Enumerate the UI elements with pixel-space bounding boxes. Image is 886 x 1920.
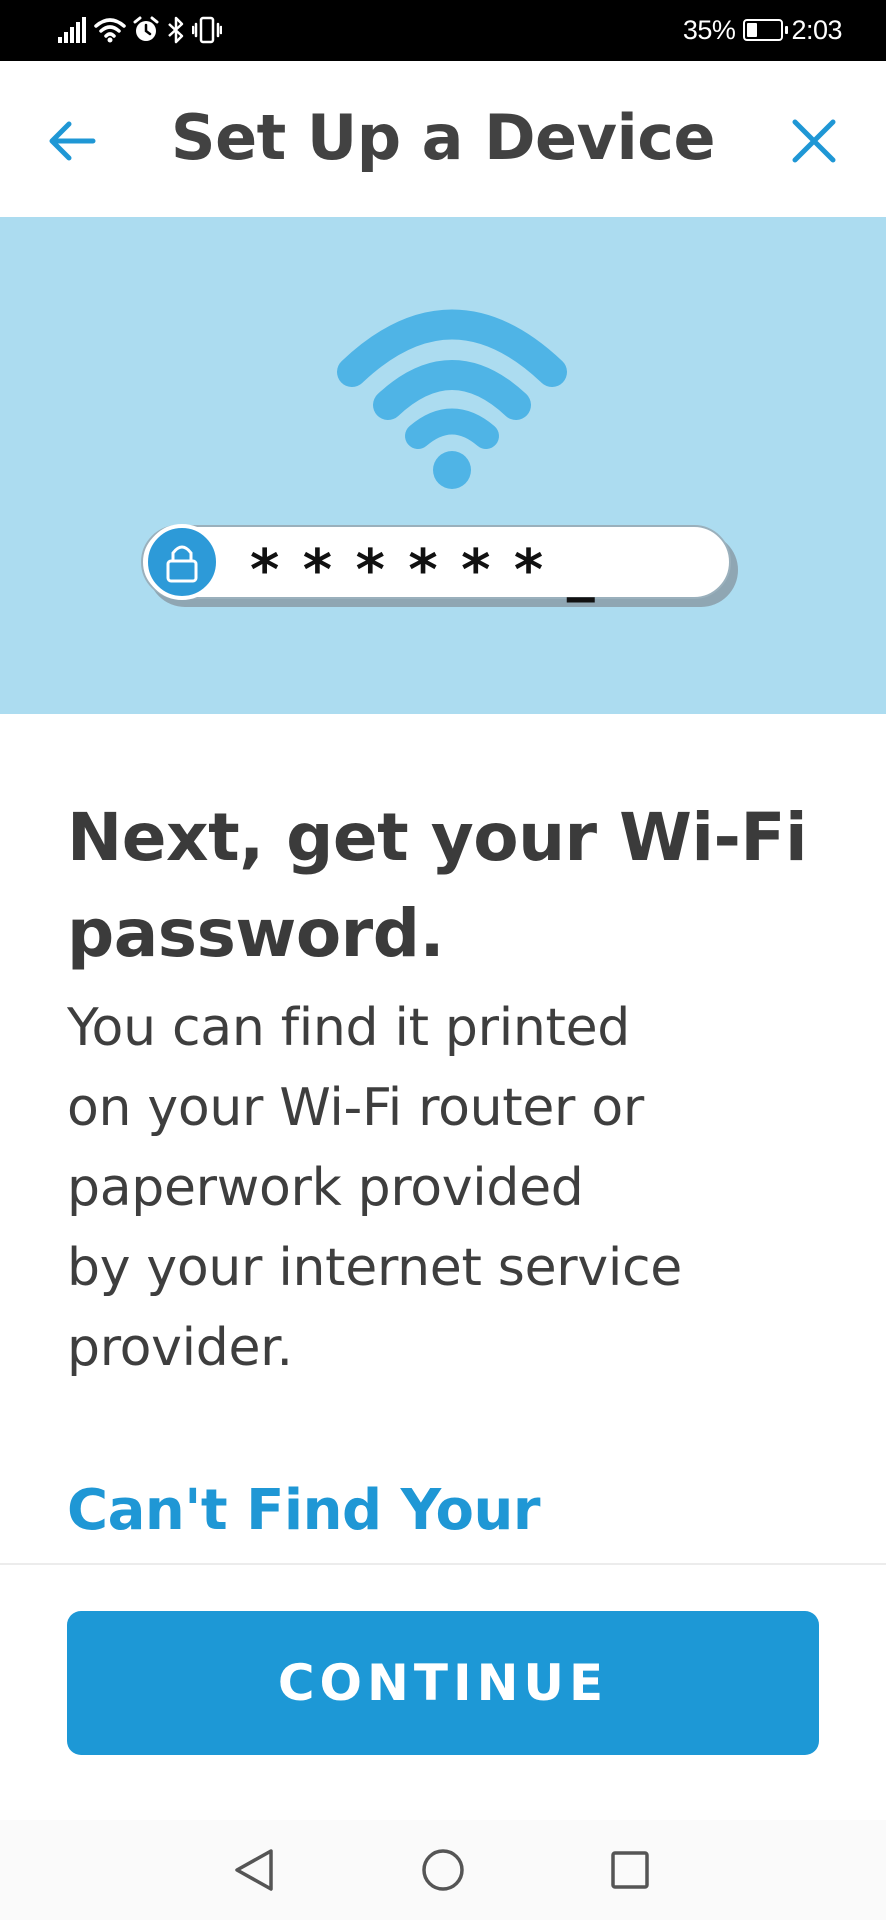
clock: 2:03 bbox=[791, 14, 842, 45]
wifi-symbol-icon bbox=[337, 309, 567, 489]
close-icon bbox=[792, 119, 836, 163]
battery-percent: 35% bbox=[682, 14, 736, 45]
nav-back-button[interactable] bbox=[224, 1840, 284, 1900]
nav-home-button[interactable] bbox=[413, 1840, 473, 1900]
password-mask: * * * * * * _ bbox=[250, 538, 597, 603]
circle-home-icon bbox=[422, 1849, 464, 1891]
heading-line: Next, get your Wi-Fi bbox=[67, 799, 808, 876]
cant-find-password-link[interactable]: Can't Find Your bbox=[67, 1478, 540, 1543]
signal-icon bbox=[58, 17, 86, 43]
system-nav-bar bbox=[0, 1820, 886, 1920]
wifi-icon bbox=[94, 18, 126, 43]
body-line: provider. bbox=[67, 1318, 293, 1378]
battery-icon bbox=[743, 19, 789, 41]
page-title: Set Up a Device bbox=[170, 101, 716, 174]
body-line: You can find it printed bbox=[67, 998, 630, 1058]
nav-recents-button[interactable] bbox=[600, 1840, 660, 1900]
main-content: Next, get your Wi-Fi password. You can f… bbox=[67, 790, 827, 1388]
app-header: Set Up a Device bbox=[0, 61, 886, 217]
hero-illustration: * * * * * * _ bbox=[0, 217, 886, 714]
triangle-back-icon bbox=[235, 1849, 273, 1891]
status-icons bbox=[58, 12, 222, 48]
password-field-illustration: * * * * * * _ bbox=[141, 524, 738, 607]
wifi-password-illustration: * * * * * * _ bbox=[141, 309, 738, 607]
alarm-icon bbox=[133, 16, 159, 41]
continue-button[interactable]: CONTINUE bbox=[67, 1611, 819, 1755]
heading-line: password. bbox=[67, 895, 445, 972]
body-line: on your Wi-Fi router or bbox=[67, 1078, 644, 1138]
bottom-action-panel: CONTINUE bbox=[0, 1563, 886, 1822]
square-recents-icon bbox=[611, 1851, 649, 1889]
instruction-heading: Next, get your Wi-Fi password. bbox=[67, 790, 827, 982]
bluetooth-icon bbox=[168, 16, 184, 44]
vibrate-icon bbox=[192, 16, 222, 44]
status-right: 35% 2:03 bbox=[682, 12, 843, 48]
body-line: by your internet service bbox=[67, 1238, 682, 1298]
instruction-body: You can find it printed on your Wi-Fi ro… bbox=[67, 988, 827, 1388]
status-bar: 35% 2:03 bbox=[0, 0, 886, 61]
close-button[interactable] bbox=[782, 109, 846, 173]
body-line: paperwork provided bbox=[67, 1158, 584, 1218]
